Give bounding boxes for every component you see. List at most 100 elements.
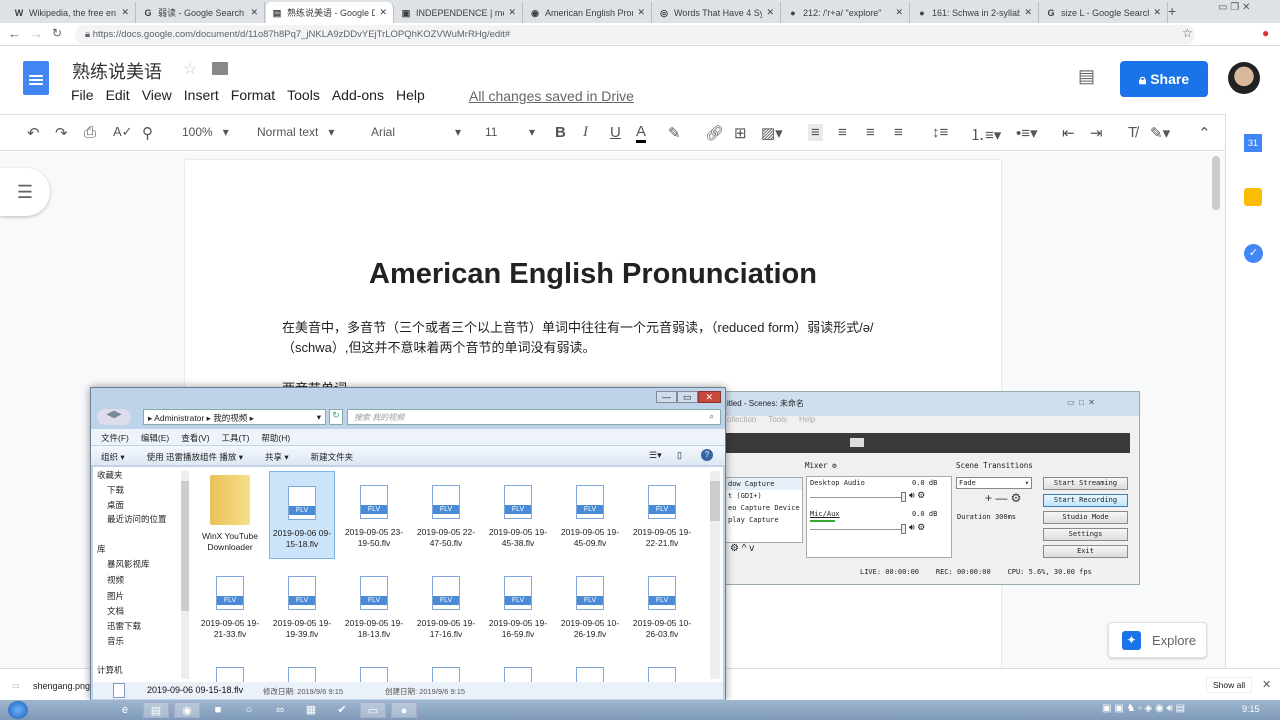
file-item[interactable]: FLV 2019-09-05 19-17-16.flv [413,562,479,650]
close-tab-icon[interactable]: ✕ [766,7,774,18]
numbered-list-icon[interactable]: ⒈≡▾ [970,124,1001,145]
file-item[interactable]: FLV 2019-09-06 09-15-18.flv [269,471,335,559]
keep-icon[interactable] [1244,188,1262,206]
source-item[interactable]: eo Capture Device [726,502,802,514]
style-select[interactable]: Normal text ▾ [257,125,334,139]
save-status[interactable]: All changes saved in Drive [469,88,634,104]
browser-tab[interactable]: ▣ INDEPENDENCE | mea ✕ [395,2,523,23]
obs-menu-item[interactable]: ollection [727,415,756,424]
scrollbar[interactable] [1212,156,1220,210]
browser-tab[interactable]: ● 161: Schwa in 2-syllab ✕ [911,2,1039,23]
duration-field[interactable]: Duration 300ms [957,513,1016,521]
breadcrumb[interactable]: ▸ Administrator ▸ 我的视频 ▸ ▾ [143,409,326,425]
new-tab-button[interactable]: + [1168,3,1176,19]
nav-item[interactable]: 桌面 [107,499,124,511]
folder-icon[interactable] [212,62,228,75]
close-tab-icon[interactable]: ✕ [508,7,516,18]
exit-button[interactable]: Exit [1043,545,1128,558]
file-item[interactable] [341,653,407,682]
window-controls[interactable]: — ▭ ✕ [656,391,722,403]
source-controls[interactable]: ⚙ ^ v [730,543,754,554]
url-input[interactable]: 🔒︎ https://docs.google.com/document/d/11… [75,25,1195,44]
nav-item[interactable]: 迅雷下载 [107,620,141,632]
explorer-menu-item[interactable]: 编辑(E) [141,433,169,443]
comments-icon[interactable]: ▤ [1078,66,1095,87]
start-recording-button[interactable]: Start Recording [1043,494,1128,507]
speaker-gear-icons[interactable]: 🔊︎ ⚙ [909,490,925,501]
command-button[interactable]: 共享 ▾ [265,452,289,462]
collapse-icon[interactable]: ⌃ [1198,124,1211,142]
outline-icon[interactable]: ☰ [0,168,50,216]
bold-icon[interactable]: B [555,124,566,141]
file-item[interactable]: FLV 2019-09-05 19-16-59.flv [485,562,551,650]
window-controls[interactable]: ▭ □ ✕ [1067,398,1095,407]
nav-scrollbar[interactable] [181,471,189,679]
docs-logo-icon[interactable] [23,61,49,95]
file-item[interactable] [197,653,263,682]
zoom-select[interactable]: 100% ▾ [182,125,229,139]
command-button[interactable]: 使用 迅雷播放组件 播放 ▾ [147,452,243,462]
file-item[interactable]: WinX YouTube Downloader [197,471,263,559]
file-item[interactable]: FLV 2019-09-05 19-19-39.flv [269,562,335,650]
speaker-gear-icons[interactable]: 🔊︎ ⚙ [909,522,925,533]
nav-item[interactable]: 视频 [107,574,124,586]
close-tab-icon[interactable]: ✕ [1153,7,1161,18]
file-item[interactable] [413,653,479,682]
download-item[interactable]: shengang.png [33,681,90,691]
nav-item[interactable]: 收藏夹 [97,469,123,481]
slider-handle[interactable] [901,492,906,502]
explorer-menu-item[interactable]: 帮助(H) [261,433,290,443]
italic-icon[interactable]: I [583,124,588,141]
app-icon[interactable]: ○ [236,702,262,718]
align-right-icon[interactable]: ≡ [866,124,875,141]
redo-icon[interactable]: ↷ [55,124,68,142]
reload-icon[interactable]: ↻ [52,26,62,40]
explorer-menu-item[interactable]: 查看(V) [181,433,209,443]
file-item[interactable]: FLV 2019-09-05 10-26-19.flv [557,562,623,650]
browser-tab[interactable]: ◉ American English Pron ✕ [524,2,652,23]
file-item[interactable]: FLV 2019-09-05 19-45-38.flv [485,471,551,559]
browser-tab[interactable]: G 弱读 - Google Search ✕ [137,2,265,23]
view-options-icon[interactable]: ☰▾ [649,450,662,461]
file-item[interactable] [269,653,335,682]
start-button[interactable] [8,701,28,719]
preview-pane-icon[interactable]: ▯ [677,450,682,461]
bulleted-list-icon[interactable]: •≡▾ [1016,124,1038,142]
file-item[interactable]: FLV 2019-09-05 19-22-21.flv [629,471,695,559]
justify-icon[interactable]: ≡ [894,124,903,141]
file-item[interactable]: FLV 2019-09-05 23-19-50.flv [341,471,407,559]
ie-icon[interactable]: e [112,702,138,718]
font-size-select[interactable]: 11 ▾ [485,125,535,139]
browser-tab[interactable]: Gsize L - Google Search ✕ [1040,2,1168,23]
menu-format[interactable]: Format [231,87,275,103]
star-icon[interactable]: ☆ [1182,26,1193,40]
menu-help[interactable]: Help [396,87,425,103]
align-center-icon[interactable]: ≡ [838,124,847,141]
nav-item[interactable]: 暴风影视库 [107,558,150,570]
chrome-icon[interactable]: ◉ [174,702,200,718]
increase-indent-icon[interactable]: ⇥ [1090,124,1103,142]
highlight-icon[interactable]: ✎ [668,124,681,142]
nav-item[interactable]: 库 [97,543,106,555]
start-streaming-button[interactable]: Start Streaming [1043,477,1128,490]
transition-select[interactable]: Fade ▾ [956,477,1032,489]
search-input[interactable]: 搜索 我的视频 ⌕ [347,409,721,425]
file-item[interactable]: FLV 2019-09-05 19-21-33.flv [197,562,263,650]
back-icon[interactable]: ← [8,26,21,41]
close-tab-icon[interactable]: ✕ [379,7,387,18]
clear-formatting-icon[interactable]: T̸ [1128,124,1137,141]
file-item[interactable]: FLV 2019-09-05 22-47-50.flv [413,471,479,559]
file-item[interactable]: FLV 2019-09-05 10-26-03.flv [629,562,695,650]
calendar-icon[interactable]: 31 [1244,134,1262,152]
breadcrumb-item[interactable]: 我的视频 [213,413,247,423]
share-button[interactable]: 🔒︎ Share [1120,61,1208,97]
refresh-icon[interactable]: ↻ [329,409,343,425]
slider-handle[interactable] [901,524,906,534]
line-spacing-icon[interactable]: ↕≡ [932,124,948,141]
nav-item[interactable]: 最近访问的位置 [107,513,167,525]
nav-item[interactable]: 下载 [107,484,124,496]
browser-tab[interactable]: ◎ Words That Have 4 Sy ✕ [653,2,781,23]
font-select[interactable]: Arial ▾ [371,125,461,139]
file-item[interactable] [629,653,695,682]
undo-icon[interactable]: ↶ [27,124,40,142]
